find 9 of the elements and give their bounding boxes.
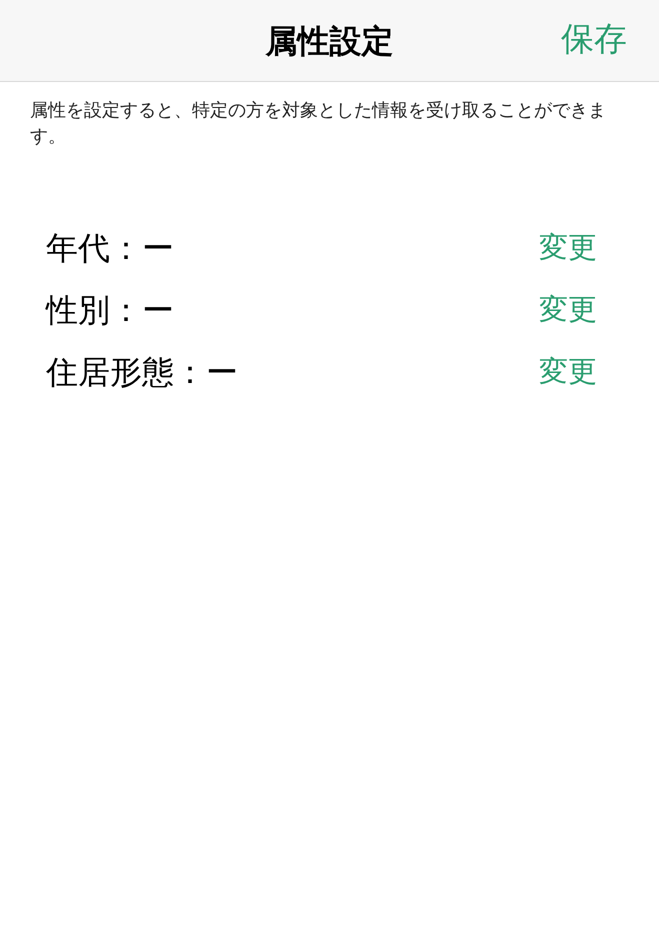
attribute-text: 性別：ー xyxy=(46,290,174,331)
description-text: 属性を設定すると、特定の方を対象とした情報を受け取ることができます。 xyxy=(29,99,607,149)
attribute-text: 年代：ー xyxy=(46,228,174,269)
change-button[interactable]: 変更 xyxy=(539,288,597,332)
page-title: 属性設定 xyxy=(266,20,394,62)
attribute-text: 住居形態：ー xyxy=(46,352,238,393)
change-button[interactable]: 変更 xyxy=(539,350,597,394)
save-button[interactable]: 保存 xyxy=(561,14,627,64)
change-button[interactable]: 変更 xyxy=(539,226,597,270)
